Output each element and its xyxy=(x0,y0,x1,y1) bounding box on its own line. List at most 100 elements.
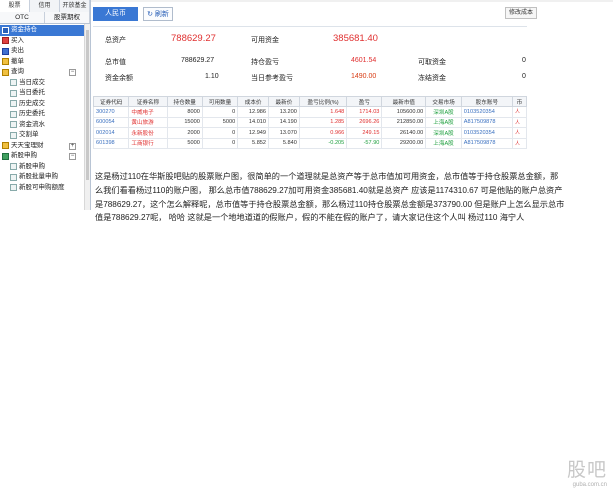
table-cell: 14.190 xyxy=(268,116,300,128)
table-cell: 永新股份 xyxy=(128,127,168,139)
available-funds-value: 385681.40 xyxy=(333,33,378,44)
table-cell: 0.966 xyxy=(298,127,348,139)
tree-item[interactable]: 当日委托 xyxy=(0,88,90,99)
table-cell: 1714.03 xyxy=(346,106,383,118)
table-cell: 5.840 xyxy=(268,137,300,149)
table-row[interactable]: 002014 永新股份 2000 0 12.949 13.070 0.966 249.15 26… xyxy=(92,127,528,139)
tree-item-label: 卖出 xyxy=(11,47,24,54)
tree-item[interactable]: 新股申购 xyxy=(0,162,90,173)
column-header[interactable]: 最新市值 xyxy=(381,96,427,107)
column-header[interactable]: 币 xyxy=(511,96,528,107)
tree-item[interactable]: 历史委托 xyxy=(0,109,90,120)
table-cell: 600054 xyxy=(92,116,130,128)
tab-otc[interactable]: OTC xyxy=(0,12,45,23)
tree-item[interactable]: 查询 − xyxy=(0,67,90,78)
tree-item[interactable]: 资金持仓 xyxy=(0,25,90,36)
today-pnl-label: 当日参考盈亏 xyxy=(251,75,293,82)
table-row[interactable]: 601398 工商银行 5000 0 5.852 5.840 -0.205 -57.90 292… xyxy=(92,137,528,149)
tree-item-label: 天天宝理财 xyxy=(11,141,44,149)
table-cell: 2000 xyxy=(166,127,203,139)
buy-icon xyxy=(2,37,9,45)
fund-balance-label: 资金余额 xyxy=(105,75,133,82)
column-header[interactable]: 可用数量 xyxy=(201,96,239,107)
total-assets-value: 788629.27 xyxy=(171,33,216,44)
tab-credit[interactable]: 信用 xyxy=(30,0,60,12)
tree-item[interactable]: 资金流水 xyxy=(0,120,90,131)
doc-icon xyxy=(10,89,17,97)
table-cell: 14.010 xyxy=(237,116,270,128)
cancel-order-icon xyxy=(2,58,9,66)
tab-stock-options[interactable]: 股票期权 xyxy=(45,12,90,23)
table-cell: -0.205 xyxy=(298,137,348,149)
doc-icon xyxy=(10,173,17,181)
table-cell: 8000 xyxy=(166,106,203,118)
table-row[interactable]: 300270 中威电子 8000 0 12.986 13.200 1.648 1714.03 1… xyxy=(92,106,528,118)
account-summary: 总资产 788629.27 可用资金 385681.40 总市值 788629.… xyxy=(93,26,527,88)
refresh-icon: ↻ xyxy=(147,11,153,18)
table-cell: 300270 xyxy=(92,106,130,118)
tree-item[interactable]: 买入 xyxy=(0,36,90,47)
account-type-tabs-2: OTC 股票期权 xyxy=(0,12,90,24)
tree-item[interactable]: 天天宝理财 + xyxy=(0,141,90,152)
column-header[interactable]: 证券名称 xyxy=(128,96,168,107)
table-cell: 002014 xyxy=(92,127,130,139)
table-cell: 0 xyxy=(201,106,239,118)
table-cell: 5.852 xyxy=(237,137,270,149)
column-header[interactable]: 盈亏比例(%) xyxy=(298,96,348,107)
tree-item-label: 查询 xyxy=(11,68,24,75)
tree-item[interactable]: 新股批量申购 xyxy=(0,172,90,183)
query-folder-icon xyxy=(2,68,9,76)
tree-item[interactable]: 新股申购 − xyxy=(0,151,90,162)
collapse-icon[interactable]: − xyxy=(69,153,76,160)
modify-cost-button[interactable]: 修改成本 xyxy=(505,7,537,19)
tree-item[interactable]: 卖出 xyxy=(0,46,90,57)
refresh-label: 刷新 xyxy=(154,11,169,18)
tree-item-label: 当日委托 xyxy=(19,89,45,96)
tree-item[interactable]: 撤单 xyxy=(0,57,90,68)
total-assets-label: 总资产 xyxy=(105,37,126,44)
fund-balance-value: 1.10 xyxy=(205,73,219,80)
tree-item-label: 资金持仓 xyxy=(11,26,37,33)
expand-icon[interactable]: + xyxy=(69,142,76,150)
table-cell: A817509878 xyxy=(460,137,513,149)
doc-icon xyxy=(10,131,17,139)
tree-item-label: 新股申购 xyxy=(19,162,45,170)
table-cell: 29200.00 xyxy=(381,137,427,149)
tree-scrollbar[interactable] xyxy=(84,24,90,210)
tab-rmb[interactable]: 人民币 xyxy=(93,7,138,21)
tree-item-label: 撤单 xyxy=(11,57,24,65)
table-cell: 13.070 xyxy=(268,127,300,139)
tree-item[interactable]: 当日成交 xyxy=(0,78,90,89)
tree-item-label: 新股申购 xyxy=(11,152,37,159)
column-header[interactable]: 股东账号 xyxy=(460,96,513,107)
table-cell: 人 xyxy=(511,127,528,139)
scrollbar-thumb[interactable] xyxy=(86,30,89,180)
column-header[interactable]: 证券代码 xyxy=(92,96,130,107)
table-cell: 249.15 xyxy=(346,127,383,139)
table-cell: 人 xyxy=(511,116,528,128)
guba-watermark: 股吧 guba.com.cn xyxy=(567,455,607,488)
column-header[interactable]: 最新价 xyxy=(268,96,300,107)
tree-item[interactable]: 新股可申购额度 xyxy=(0,183,90,194)
column-header[interactable]: 成本价 xyxy=(237,96,270,107)
sell-icon xyxy=(2,47,9,55)
table-header-row: 证券代码 证券名称 持仓数量 可用数量 成本价 最新价 盈亏比例(%) 盈亏 最新市值 交易市场股… xyxy=(92,96,528,107)
collapse-icon[interactable]: − xyxy=(69,69,76,76)
tree-item[interactable]: 交割单 xyxy=(0,130,90,141)
tree-item[interactable]: 历史成交 xyxy=(0,99,90,110)
tab-stock[interactable]: 股票 xyxy=(0,0,30,12)
table-cell: 0 xyxy=(201,137,239,149)
column-header[interactable]: 持仓数量 xyxy=(166,96,203,107)
available-funds-label: 可用资金 xyxy=(251,37,279,44)
column-header[interactable]: 盈亏 xyxy=(346,96,383,107)
tab-open-fund[interactable]: 开放基金 xyxy=(60,0,90,12)
table-row[interactable]: 600054 黄山旅游 15000 5000 14.010 14.190 1.285 2696… xyxy=(92,116,528,128)
doc-icon xyxy=(10,121,17,129)
market-value-label: 总市值 xyxy=(105,59,126,66)
refresh-button[interactable]: ↻ 刷新 xyxy=(143,7,173,21)
position-pnl-value: 4601.54 xyxy=(351,57,377,64)
column-header[interactable]: 交易市场 xyxy=(425,96,462,107)
table-cell: 1.648 xyxy=(298,106,348,118)
withdrawable-label: 可取资金 xyxy=(418,59,446,66)
guba-url: guba.com.cn xyxy=(572,482,607,488)
